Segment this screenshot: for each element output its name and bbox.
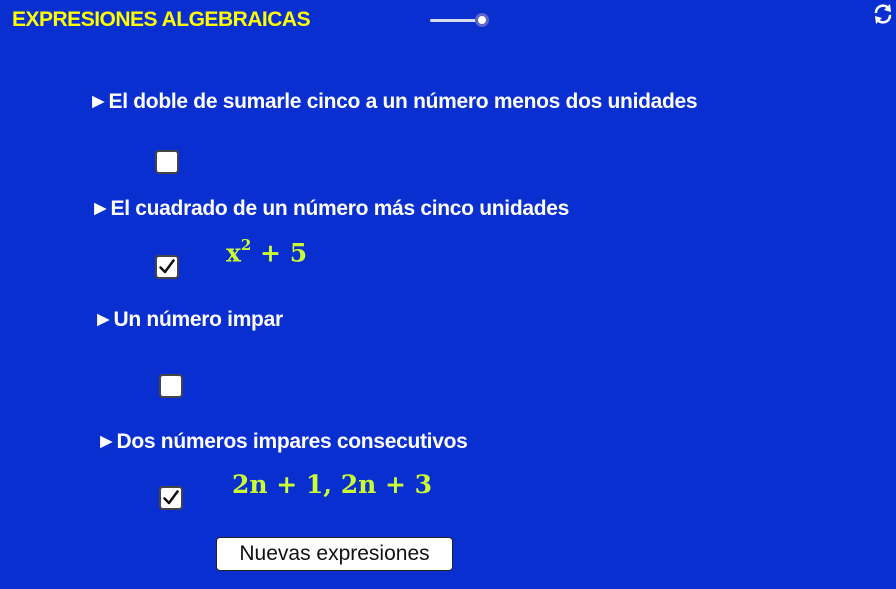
statement-2: ►El cuadrado de un número más cinco unid… <box>90 197 570 220</box>
expression-2-base: x <box>226 238 241 268</box>
expression-4: 2n + 1, 2n + 3 <box>232 470 433 499</box>
applet-canvas: EXPRESIONES ALGEBRAICAS ►El doble de sum… <box>0 0 896 589</box>
expression-2-rest: + 5 <box>251 238 308 268</box>
statement-1: ►El doble de sumarle cinco a un número m… <box>88 90 698 113</box>
slider-control[interactable] <box>430 12 494 30</box>
new-expressions-button[interactable]: Nuevas expresiones <box>216 537 453 571</box>
checkbox-3[interactable] <box>159 374 183 398</box>
checkbox-1[interactable] <box>155 150 179 174</box>
expression-2: x2 + 5 <box>226 236 308 268</box>
checkbox-4[interactable] <box>159 486 183 510</box>
checkbox-2[interactable] <box>155 255 179 279</box>
statement-3: ►Un número impar <box>93 308 283 331</box>
page-title: EXPRESIONES ALGEBRAICAS <box>12 8 311 31</box>
check-icon <box>163 490 179 505</box>
slider-knob[interactable] <box>475 13 489 27</box>
check-icon <box>159 259 175 274</box>
refresh-icon[interactable] <box>871 2 895 26</box>
expression-2-exponent: 2 <box>240 236 252 254</box>
statement-4: ►Dos números impares consecutivos <box>96 430 468 453</box>
